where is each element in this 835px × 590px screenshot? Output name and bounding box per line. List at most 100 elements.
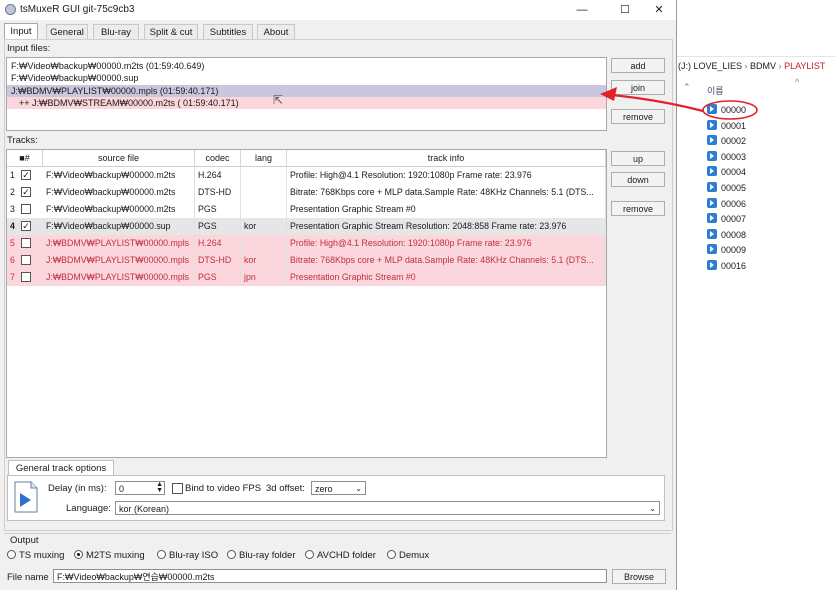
remove-input-button[interactable]: remove bbox=[611, 109, 665, 124]
track-row[interactable]: 3 F:₩Video₩backup₩00000.m2ts PGS Present… bbox=[7, 201, 606, 218]
remove-track-button[interactable]: remove bbox=[611, 201, 665, 216]
file-item-selected[interactable]: 00000 bbox=[707, 103, 746, 117]
file-item[interactable]: 00001 bbox=[707, 119, 746, 133]
track-number: 4 bbox=[10, 221, 15, 231]
join-button[interactable]: join bbox=[611, 80, 665, 95]
file-item[interactable]: 00003 bbox=[707, 150, 746, 164]
spin-arrows-icon[interactable]: ▲ ▼ bbox=[156, 481, 163, 494]
track-source: J:₩BDMV₩PLAYLIST₩00000.mpls bbox=[43, 269, 195, 286]
header-lang[interactable]: lang bbox=[241, 150, 287, 167]
track-checkbox[interactable] bbox=[21, 255, 31, 265]
track-row[interactable]: 5 J:₩BDMV₩PLAYLIST₩00000.mpls H.264 Prof… bbox=[7, 235, 606, 252]
input-file-row[interactable]: F:₩Video₩backup₩00000.m2ts (01:59:40.649… bbox=[7, 60, 606, 72]
track-row[interactable]: 1 ✓ F:₩Video₩backup₩00000.m2ts H.264 Pro… bbox=[7, 167, 606, 184]
track-codec: DTS-HD bbox=[195, 252, 241, 269]
tab-general[interactable]: General bbox=[46, 24, 88, 40]
track-row[interactable]: 2 ✓ F:₩Video₩backup₩00000.m2ts DTS-HD Bi… bbox=[7, 184, 606, 201]
output-label: Output bbox=[10, 535, 39, 546]
track-checkbox[interactable] bbox=[21, 238, 31, 248]
file-item[interactable]: 00008 bbox=[707, 228, 746, 242]
language-label: Language: bbox=[66, 503, 111, 514]
track-checkbox[interactable] bbox=[21, 204, 31, 214]
close-button[interactable]: ✕ bbox=[645, 2, 673, 18]
track-lang[interactable]: kor bbox=[241, 218, 287, 235]
playlist-file-icon bbox=[707, 120, 717, 130]
scroll-up-icon[interactable]: ⌃ bbox=[683, 82, 691, 93]
track-info: Profile: High@4.1 Resolution: 1920:1080p… bbox=[287, 235, 606, 252]
track-checkbox[interactable]: ✓ bbox=[21, 187, 31, 197]
track-lang[interactable] bbox=[241, 235, 287, 252]
track-lang[interactable]: kor bbox=[241, 252, 287, 269]
radio-avchd-folder[interactable]: AVCHD folder bbox=[305, 550, 376, 561]
radio-icon bbox=[227, 550, 236, 559]
general-track-options-tab[interactable]: General track options bbox=[8, 460, 114, 476]
maximize-button[interactable]: ☐ bbox=[611, 2, 639, 18]
input-file-row-selected[interactable]: J:₩BDMV₩PLAYLIST₩00000.mpls (01:59:40.17… bbox=[7, 85, 606, 97]
track-row-selected[interactable]: 4 ✓ F:₩Video₩backup₩00000.sup PGS kor Pr… bbox=[7, 218, 606, 235]
track-row[interactable]: 6 J:₩BDMV₩PLAYLIST₩00000.mpls DTS-HD kor… bbox=[7, 252, 606, 269]
output-mode-group: TS muxing M2TS muxing Blu-ray ISO Blu-ra… bbox=[7, 550, 671, 564]
file-item[interactable]: 00009 bbox=[707, 243, 746, 257]
input-files-list[interactable]: F:₩Video₩backup₩00000.m2ts (01:59:40.649… bbox=[6, 57, 607, 131]
track-codec: PGS bbox=[195, 218, 241, 235]
track-checkbox[interactable]: ✓ bbox=[21, 170, 31, 180]
track-info: Presentation Graphic Stream Resolution: … bbox=[287, 218, 606, 235]
tab-subtitles[interactable]: Subtitles bbox=[203, 24, 253, 40]
playlist-file-icon bbox=[707, 198, 717, 208]
browse-button[interactable]: Browse bbox=[612, 569, 666, 584]
tracks-label: Tracks: bbox=[7, 135, 38, 146]
delay-input[interactable]: 0 ▲ ▼ bbox=[115, 481, 165, 495]
radio-blu-ray-iso[interactable]: Blu-ray ISO bbox=[157, 550, 218, 561]
language-value: kor (Korean) bbox=[119, 504, 170, 514]
track-info: Presentation Graphic Stream #0 bbox=[287, 201, 606, 218]
breadcrumb-playlist[interactable]: PLAYLIST bbox=[784, 61, 825, 71]
playlist-file-icon bbox=[707, 244, 717, 254]
tab-split-cut[interactable]: Split & cut bbox=[144, 24, 198, 40]
track-row[interactable]: 7 J:₩BDMV₩PLAYLIST₩00000.mpls PGS jpn Pr… bbox=[7, 269, 606, 286]
down-button[interactable]: down bbox=[611, 172, 665, 187]
track-lang[interactable] bbox=[241, 184, 287, 201]
track-lang[interactable] bbox=[241, 201, 287, 218]
tab-input[interactable]: Input bbox=[4, 23, 38, 40]
radio-ts-muxing[interactable]: TS muxing bbox=[7, 550, 64, 561]
file-item[interactable]: 00004 bbox=[707, 165, 746, 179]
input-files-label: Input files: bbox=[7, 43, 51, 54]
radio-m2ts-muxing[interactable]: M2TS muxing bbox=[74, 550, 145, 561]
track-lang[interactable] bbox=[241, 167, 287, 184]
track-codec: H.264 bbox=[195, 235, 241, 252]
bind-fps-checkbox[interactable] bbox=[172, 483, 183, 494]
add-button[interactable]: add bbox=[611, 58, 665, 73]
tab-about[interactable]: About bbox=[257, 24, 295, 40]
file-name-input[interactable]: F:₩Video₩backup₩연습₩00000.m2ts bbox=[53, 569, 607, 583]
tracks-table[interactable]: ■# source file codec lang track info 1 ✓… bbox=[6, 149, 607, 458]
header-check[interactable]: ■# bbox=[7, 150, 43, 167]
column-header-name[interactable]: 이름 bbox=[707, 84, 724, 97]
language-select[interactable]: kor (Korean) ⌄ bbox=[115, 501, 660, 515]
offset-select[interactable]: zero ⌄ bbox=[311, 481, 366, 495]
file-item[interactable]: 00006 bbox=[707, 197, 746, 211]
input-file-subrow[interactable]: ++ J:₩BDMV₩STREAM₩00000.m2ts ( 01:59:40.… bbox=[7, 97, 606, 109]
tab-blu-ray[interactable]: Blu-ray bbox=[93, 24, 139, 40]
radio-icon bbox=[7, 550, 16, 559]
track-checkbox[interactable]: ✓ bbox=[21, 221, 31, 231]
radio-demux[interactable]: Demux bbox=[387, 550, 429, 561]
up-button[interactable]: up bbox=[611, 151, 665, 166]
track-checkbox[interactable] bbox=[21, 272, 31, 282]
minimize-button[interactable]: — bbox=[568, 2, 596, 18]
track-source: F:₩Video₩backup₩00000.m2ts bbox=[43, 184, 195, 201]
input-file-row[interactable]: F:₩Video₩backup₩00000.sup bbox=[7, 72, 606, 84]
file-item[interactable]: 00007 bbox=[707, 212, 746, 226]
file-item[interactable]: 00002 bbox=[707, 134, 746, 148]
header-source-file[interactable]: source file bbox=[43, 150, 195, 167]
playlist-file-icon bbox=[707, 260, 717, 270]
breadcrumb-drive[interactable]: (J:) LOVE_LIES bbox=[677, 61, 742, 71]
track-lang[interactable]: jpn bbox=[241, 269, 287, 286]
radio-blu-ray-folder[interactable]: Blu-ray folder bbox=[227, 550, 296, 561]
header-codec[interactable]: codec bbox=[195, 150, 241, 167]
delay-label: Delay (in ms): bbox=[48, 483, 107, 494]
header-track-info[interactable]: track info bbox=[287, 150, 606, 167]
file-item[interactable]: 00016 bbox=[707, 259, 746, 273]
track-info: Bitrate: 768Kbps core + MLP data.Sample … bbox=[287, 184, 606, 201]
breadcrumb-bdmv[interactable]: BDMV bbox=[750, 61, 776, 71]
file-item[interactable]: 00005 bbox=[707, 181, 746, 195]
